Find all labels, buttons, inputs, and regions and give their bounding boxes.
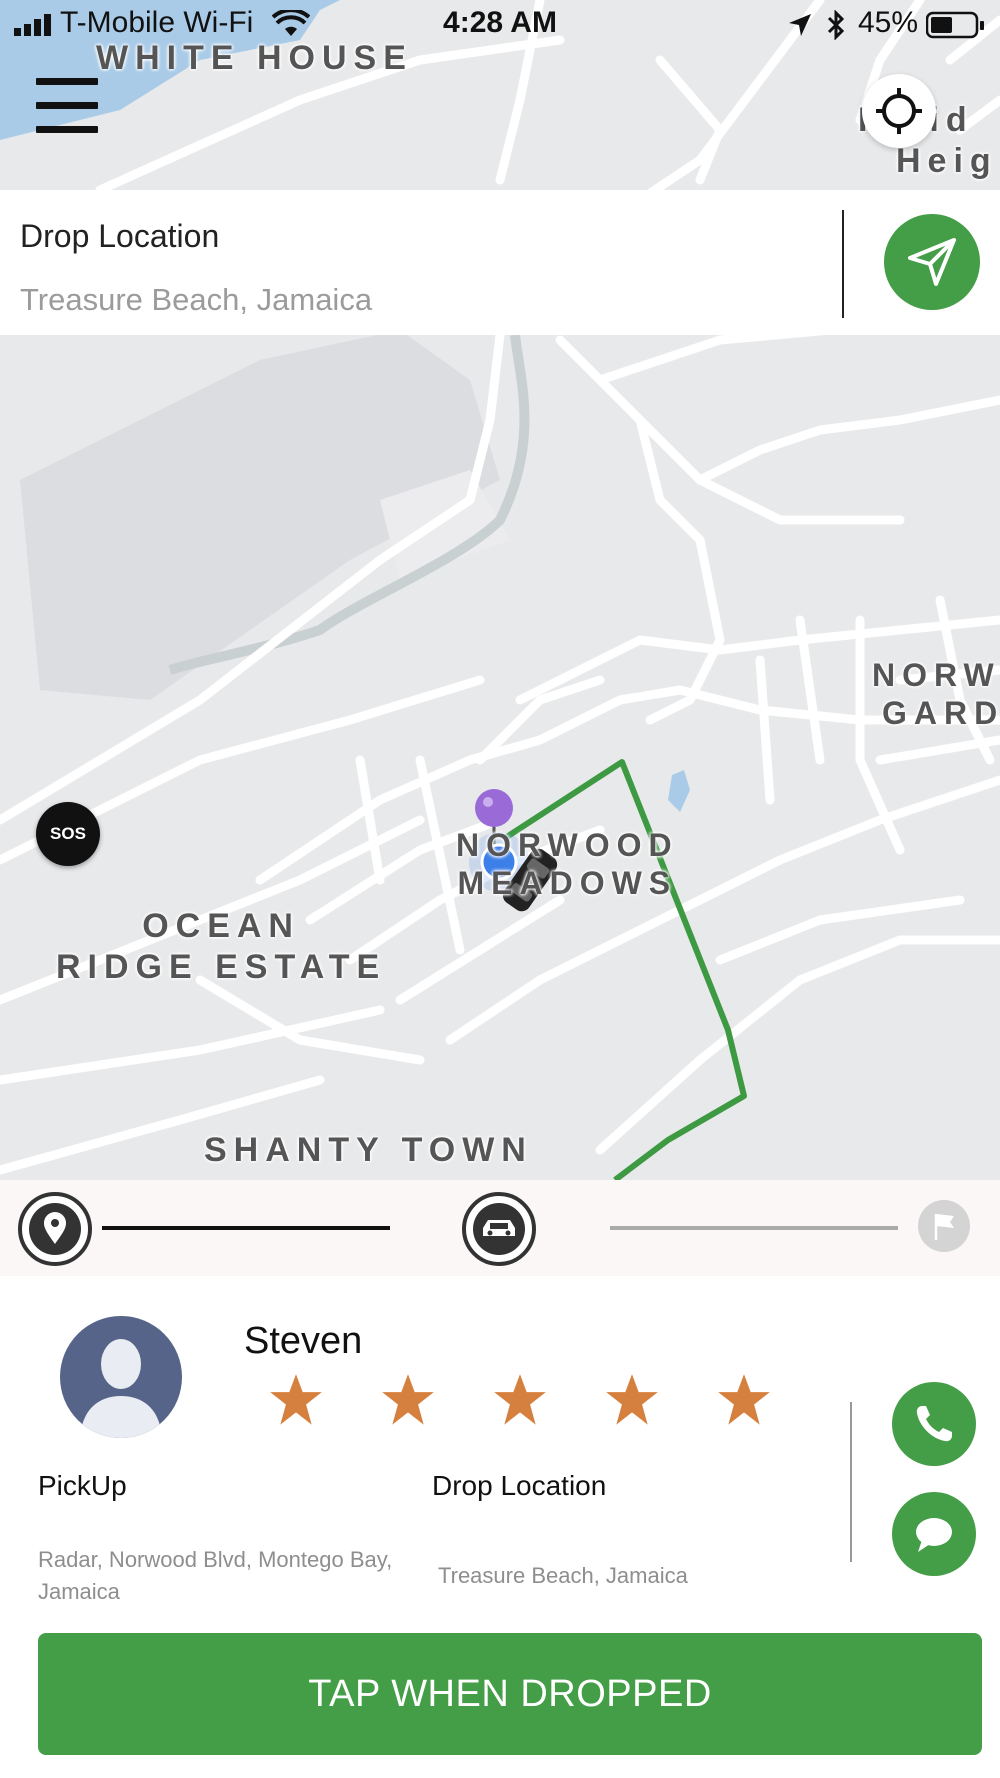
message-button[interactable] (892, 1492, 976, 1576)
dropoff-address: Treasure Beach, Jamaica (438, 1563, 688, 1588)
trip-details-panel: Steven PickUp Radar, Norwood Blvd, Monte… (0, 1276, 1000, 1778)
navigate-button[interactable] (884, 214, 980, 310)
map-label-ocean-ridge: OCEAN RIDGE ESTATE (56, 906, 386, 988)
location-arrow-icon (789, 14, 811, 36)
crosshair-icon (876, 88, 922, 134)
destination-pin-icon (475, 789, 513, 827)
map-label-line: MEADOWS (457, 865, 678, 902)
sos-button[interactable]: SOS (36, 802, 100, 866)
pickup-label: PickUp (38, 1470, 127, 1501)
map-label-shanty-town: SHANTY TOWN (204, 1131, 533, 1169)
status-bar: T-Mobile Wi-Fi 4:28 AM 45% (0, 0, 1000, 52)
chat-bubble-icon (916, 1518, 952, 1552)
phone-icon (916, 1406, 952, 1442)
user-silhouette-icon (80, 1339, 162, 1438)
map-canvas (0, 0, 1000, 1180)
battery-percent: 45% (858, 6, 919, 39)
drop-location-title: Drop Location (20, 218, 220, 254)
avatar (60, 1316, 182, 1438)
drop-location-card[interactable]: Drop Location Treasure Beach, Jamaica (0, 190, 1000, 335)
pickup-pin-icon (18, 1192, 92, 1266)
star-icon (270, 1374, 322, 1425)
map-label-line: OCEAN (142, 907, 300, 945)
pickup-address: Radar, Norwood Blvd, Montego Bay, Jamaic… (38, 1547, 393, 1604)
progress-line-complete (102, 1226, 390, 1230)
finish-flag-icon (918, 1200, 970, 1252)
drop-location-value[interactable]: Treasure Beach, Jamaica (20, 282, 372, 318)
divider (842, 210, 844, 318)
battery-icon (926, 11, 984, 39)
star-icon (494, 1374, 546, 1425)
send-arrow-icon (908, 238, 956, 286)
trip-progress-bar (0, 1180, 1000, 1276)
map-label-norwood-gardens: NORW GARD (872, 656, 1000, 733)
star-icon (382, 1374, 434, 1425)
map-label-line: RIDGE ESTATE (56, 947, 387, 986)
clock: 4:28 AM (443, 6, 557, 39)
map-label-line: GARD (882, 695, 1000, 732)
bluetooth-icon (827, 10, 845, 40)
tap-when-dropped-button[interactable]: TAP WHEN DROPPED (38, 1633, 982, 1755)
star-icon (718, 1374, 770, 1425)
dropoff-label: Drop Location (432, 1470, 607, 1501)
route-line (503, 759, 747, 1180)
call-button[interactable] (892, 1382, 976, 1466)
map-view[interactable]: WHITE HOUSE P vid Heig NORW GARD NORWOOD… (0, 0, 1000, 1180)
driver-name: Steven (244, 1320, 363, 1362)
map-label-line: NORWOOD (456, 827, 679, 863)
progress-line-pending (610, 1226, 898, 1230)
recenter-button[interactable] (862, 74, 936, 148)
map-label-line: NORW (872, 657, 1000, 693)
star-icon (606, 1374, 658, 1425)
hamburger-menu-icon[interactable] (36, 78, 98, 136)
map-label-norwood-meadows: NORWOOD MEADOWS (456, 826, 679, 903)
driver-rating (268, 1372, 772, 1428)
pond (668, 770, 690, 812)
car-icon (462, 1192, 536, 1266)
divider (850, 1402, 852, 1562)
